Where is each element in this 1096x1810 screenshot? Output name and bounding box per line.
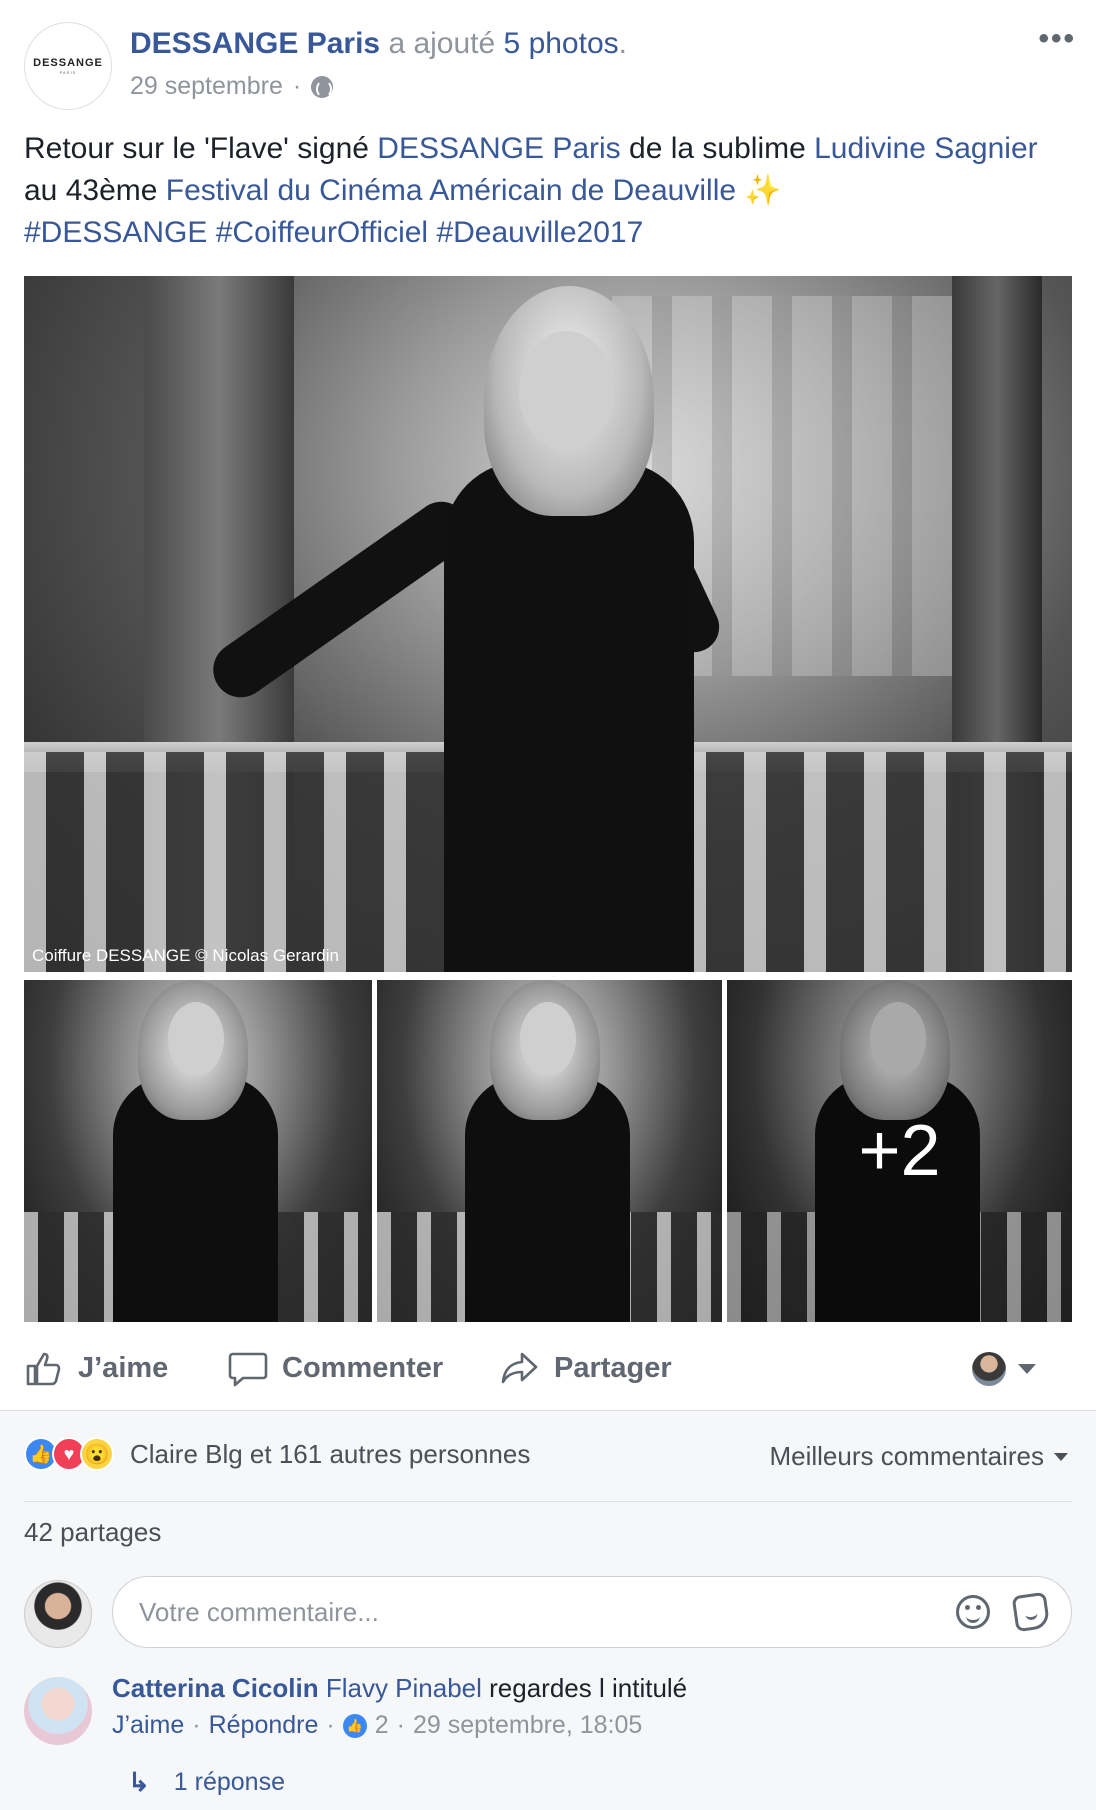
more-photos-overlay[interactable]: +2	[727, 980, 1072, 1322]
share-button[interactable]: Partager	[500, 1348, 672, 1388]
wow-reaction-icon: 😮	[80, 1437, 114, 1471]
comment-actions: J’aime · Répondre · 👍 2 · 29 septembre, …	[112, 1711, 642, 1740]
comment-time[interactable]: 29 septembre, 18:05	[413, 1711, 642, 1740]
comment-text: regardes l intitulé	[489, 1673, 688, 1703]
subject-face	[519, 331, 614, 451]
photo-thumbnail[interactable]	[24, 980, 372, 1322]
photo-thumbnail[interactable]	[377, 980, 722, 1322]
globe-icon[interactable]	[311, 75, 334, 98]
page-name-link[interactable]: DESSANGE Paris	[130, 27, 380, 60]
photo-credit: Coiffure DESSANGE © Nicolas Gerardin	[32, 946, 339, 965]
meta-separator: ·	[396, 1711, 405, 1739]
like-button[interactable]: J’aime	[24, 1348, 168, 1388]
subject-dress	[444, 461, 694, 972]
post-text: Retour sur le 'Flave' signé DESSANGE Par…	[24, 128, 1064, 254]
post-text-part: Retour sur le 'Flave' signé	[24, 132, 378, 165]
post-meta: 29 septembre ·	[130, 72, 334, 101]
reactions-summary[interactable]: 👍 ♥ 😮 Claire Blg et 161 autres personnes	[24, 1437, 530, 1471]
emoji-icon[interactable]	[956, 1595, 990, 1629]
thumb-face	[519, 1002, 576, 1076]
comment-mention[interactable]: Flavy Pinabel	[326, 1673, 482, 1703]
sparkles-emoji-icon: ✨	[744, 174, 782, 207]
chevron-down-icon	[1054, 1452, 1068, 1461]
comment-sort-dropdown[interactable]: Meilleurs commentaires	[769, 1441, 1068, 1472]
divider	[24, 1501, 1072, 1502]
reply-arrow-icon: ↳	[128, 1767, 150, 1797]
viewer-avatar	[972, 1352, 1006, 1386]
comment-sort-label: Meilleurs commentaires	[769, 1441, 1044, 1471]
post-verb: a ajouté	[388, 27, 496, 60]
hashtag-dessange[interactable]: #DESSANGE	[24, 216, 207, 249]
share-arrow-icon	[501, 1352, 538, 1384]
comment-like-link[interactable]: J’aime	[112, 1711, 184, 1740]
mention-ludivine-sagnier[interactable]: Ludivine Sagnier	[814, 132, 1038, 165]
more-options-icon[interactable]: •••	[1038, 22, 1076, 56]
mention-festival[interactable]: Festival du Cinéma Américain de Deauvill…	[166, 174, 736, 207]
post-as-selector[interactable]	[972, 1352, 1036, 1386]
comment-bubble-icon	[228, 1352, 268, 1387]
main-photo[interactable]: Coiffure DESSANGE © Nicolas Gerardin	[24, 276, 1072, 972]
reactions-text[interactable]: Claire Blg et 161 autres personnes	[130, 1439, 530, 1470]
thumbs-up-icon	[26, 1352, 61, 1386]
reaction-icons: 👍 ♥ 😮	[24, 1437, 114, 1471]
photos-count-link[interactable]: 5 photos	[504, 27, 619, 60]
avatar-logo-text: DESSANGE	[33, 57, 103, 69]
like-reaction-icon: 👍	[342, 1713, 367, 1738]
comment-author[interactable]: Catterina Cicolin	[112, 1673, 319, 1703]
chevron-down-icon	[1018, 1364, 1036, 1374]
meta-separator: ·	[292, 72, 302, 100]
meta-separator: ·	[326, 1711, 335, 1739]
post-date[interactable]: 29 septembre	[130, 72, 283, 101]
comment-button[interactable]: Commenter	[228, 1348, 443, 1388]
mention-dessange-paris[interactable]: DESSANGE Paris	[377, 132, 620, 165]
post-headline: DESSANGE Paris a ajouté 5 photos.	[130, 26, 627, 62]
photo-thumbnail-more[interactable]: +2	[727, 980, 1072, 1322]
hashtag-coiffeurofficiel[interactable]: #CoiffeurOfficiel	[216, 216, 428, 249]
post-text-part: de la sublime	[620, 132, 815, 165]
replies-count: 1 réponse	[173, 1768, 285, 1796]
page-avatar[interactable]: DESSANGE PARIS	[24, 22, 112, 110]
shares-count[interactable]: 42 partages	[24, 1517, 161, 1548]
thumb-face	[168, 1002, 224, 1076]
headline-period: .	[618, 27, 627, 60]
comment-input[interactable]	[112, 1576, 1072, 1648]
view-replies-link[interactable]: ↳ 1 réponse	[128, 1767, 285, 1798]
post-header: DESSANGE PARIS DESSANGE Paris a ajouté 5…	[0, 0, 1096, 118]
commenter-avatar[interactable]	[24, 1677, 92, 1745]
feedback-section: 👍 ♥ 😮 Claire Blg et 161 autres personnes…	[0, 1410, 1096, 1810]
user-avatar[interactable]	[24, 1580, 92, 1648]
photo-subject	[202, 286, 728, 972]
like-button-label: J’aime	[78, 1351, 169, 1384]
share-button-label: Partager	[554, 1351, 672, 1384]
comment-likes-count[interactable]: 2	[375, 1711, 389, 1740]
comment-button-label: Commenter	[282, 1351, 444, 1384]
avatar-logo-subtext: PARIS	[59, 70, 77, 75]
comment-composer	[24, 1576, 1072, 1652]
hashtag-deauville2017[interactable]: #Deauville2017	[436, 216, 643, 249]
action-bar: J’aime Commenter Partager	[0, 1330, 1096, 1410]
meta-separator: ·	[192, 1711, 201, 1739]
comment-reply-link[interactable]: Répondre	[209, 1711, 319, 1740]
comment-body: Catterina Cicolin Flavy Pinabel regardes…	[112, 1673, 687, 1704]
post-text-part: au 43ème	[24, 174, 166, 207]
